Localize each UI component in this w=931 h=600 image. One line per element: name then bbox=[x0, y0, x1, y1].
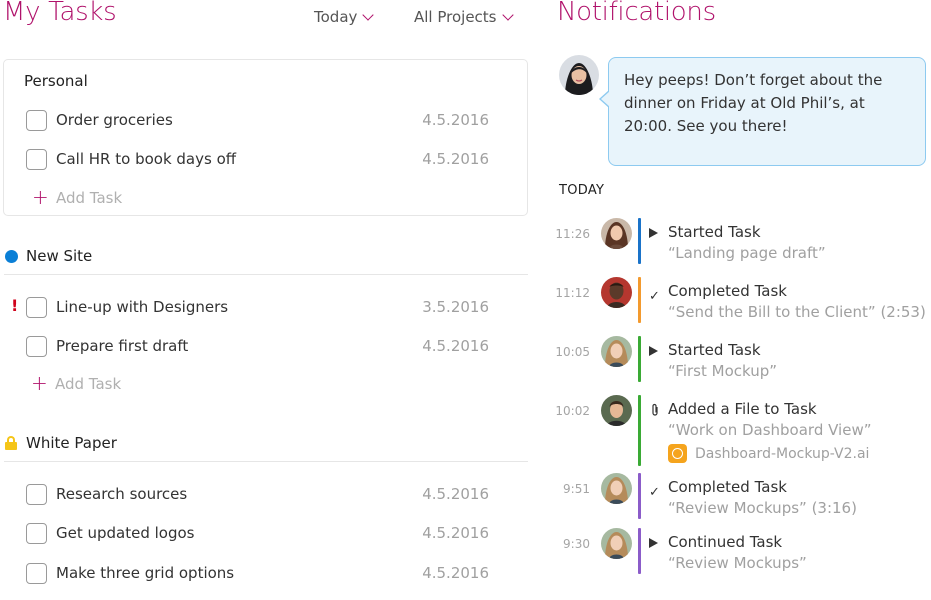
task-checkbox[interactable] bbox=[26, 109, 47, 131]
activity-color-bar bbox=[638, 336, 641, 382]
activity-action: Added a File to Task bbox=[668, 400, 817, 418]
activity-action: Completed Task bbox=[668, 478, 787, 496]
bubble-tail bbox=[601, 91, 610, 107]
task-row: Make three grid options 4.5.2016 bbox=[26, 561, 489, 585]
task-name[interactable]: Line-up with Designers bbox=[56, 298, 422, 316]
date-filter-dropdown[interactable]: Today bbox=[314, 8, 375, 26]
day-header: TODAY bbox=[559, 183, 605, 198]
activity-time: 10:05 bbox=[555, 345, 590, 359]
activity-time: 9:51 bbox=[563, 482, 590, 496]
activity-action: Started Task bbox=[668, 341, 761, 359]
chevron-down-icon bbox=[501, 8, 514, 21]
add-task-button[interactable]: + Add Task bbox=[32, 185, 123, 209]
file-icon bbox=[668, 444, 687, 463]
avatar[interactable] bbox=[601, 218, 632, 249]
check-icon: ✓ bbox=[649, 485, 660, 500]
task-checkbox[interactable] bbox=[26, 335, 47, 357]
notifications-title: Notifications bbox=[557, 0, 716, 27]
task-due-date: 4.5.2016 bbox=[422, 564, 489, 582]
group-title-white-paper: White Paper bbox=[26, 434, 117, 452]
avatar[interactable] bbox=[601, 395, 632, 426]
activity-time: 11:12 bbox=[555, 286, 590, 300]
activity-task-link[interactable]: “First Mockup” bbox=[668, 362, 777, 380]
task-name[interactable]: Prepare first draft bbox=[56, 337, 422, 355]
add-task-label: Add Task bbox=[56, 189, 123, 207]
task-due-date: 4.5.2016 bbox=[422, 150, 489, 168]
project-filter-dropdown[interactable]: All Projects bbox=[414, 8, 514, 26]
task-due-date: 4.5.2016 bbox=[422, 337, 489, 355]
page-title: My Tasks bbox=[3, 0, 117, 27]
task-checkbox[interactable] bbox=[26, 562, 47, 584]
activity-action: Completed Task bbox=[668, 282, 787, 300]
task-name[interactable]: Order groceries bbox=[56, 111, 422, 129]
task-row: Order groceries 4.5.2016 bbox=[26, 108, 489, 132]
chevron-down-icon bbox=[362, 8, 375, 21]
avatar[interactable] bbox=[601, 336, 632, 367]
my-tasks-panel: My Tasks Today All Projects Personal Ord… bbox=[0, 0, 530, 600]
task-due-date: 4.5.2016 bbox=[422, 111, 489, 129]
attached-file-name: Dashboard-Mockup-V2.ai bbox=[695, 445, 870, 462]
task-name[interactable]: Call HR to book days off bbox=[56, 150, 422, 168]
paperclip-icon bbox=[649, 402, 661, 416]
activity-task-link[interactable]: “Review Mockups” bbox=[668, 554, 807, 572]
group-title-personal: Personal bbox=[24, 72, 88, 90]
activity-time: 11:26 bbox=[555, 227, 590, 241]
task-name[interactable]: Make three grid options bbox=[56, 564, 422, 582]
task-due-date: 4.5.2016 bbox=[422, 524, 489, 542]
activity-task-link[interactable]: “Work on Dashboard View” bbox=[668, 421, 872, 439]
task-checkbox[interactable] bbox=[26, 296, 47, 318]
activity-task-link[interactable]: “Landing page draft” bbox=[668, 244, 826, 262]
avatar[interactable] bbox=[601, 528, 632, 559]
task-group-personal: Personal Order groceries 4.5.2016 Call H… bbox=[3, 59, 528, 216]
task-checkbox[interactable] bbox=[26, 522, 47, 544]
task-row: Prepare first draft 4.5.2016 bbox=[26, 334, 489, 358]
task-row: ! Line-up with Designers 3.5.2016 bbox=[11, 295, 489, 319]
priority-flag-icon: ! bbox=[11, 296, 19, 315]
task-due-date: 4.5.2016 bbox=[422, 485, 489, 503]
check-icon: ✓ bbox=[649, 289, 660, 304]
activity-color-bar bbox=[638, 277, 641, 323]
notifications-panel: Notifications Hey peeps! Don’t forget ab… bbox=[540, 0, 931, 600]
task-checkbox[interactable] bbox=[26, 148, 47, 170]
activity-task-link[interactable]: “Review Mockups” (3:16) bbox=[668, 499, 857, 517]
task-due-date: 3.5.2016 bbox=[422, 298, 489, 316]
plus-icon: + bbox=[31, 371, 48, 395]
task-name[interactable]: Research sources bbox=[56, 485, 422, 503]
task-group-white-paper: White Paper bbox=[4, 425, 528, 462]
play-icon bbox=[649, 227, 661, 239]
date-filter-label: Today bbox=[314, 8, 358, 26]
task-row: Get updated logos 4.5.2016 bbox=[26, 521, 489, 545]
plus-icon: + bbox=[32, 185, 49, 209]
play-icon bbox=[649, 537, 661, 549]
chat-message-bubble: Hey peeps! Don’t forget about the dinner… bbox=[608, 57, 926, 166]
activity-action: Continued Task bbox=[668, 533, 783, 551]
avatar[interactable] bbox=[559, 55, 599, 95]
add-task-button[interactable]: + Add Task bbox=[31, 371, 122, 395]
group-title-new-site: New Site bbox=[26, 247, 93, 265]
activity-action: Started Task bbox=[668, 223, 761, 241]
task-row: Research sources 4.5.2016 bbox=[26, 482, 489, 506]
task-group-new-site: New Site bbox=[4, 238, 528, 275]
avatar[interactable] bbox=[601, 473, 632, 504]
add-task-label: Add Task bbox=[55, 375, 122, 393]
avatar[interactable] bbox=[601, 277, 632, 308]
activity-color-bar bbox=[638, 395, 641, 466]
project-color-dot-icon bbox=[5, 249, 18, 263]
activity-time: 10:02 bbox=[555, 404, 590, 418]
activity-time: 9:30 bbox=[563, 537, 590, 551]
activity-color-bar bbox=[638, 218, 641, 264]
activity-color-bar bbox=[638, 528, 641, 574]
lock-icon bbox=[5, 436, 17, 450]
task-checkbox[interactable] bbox=[26, 483, 47, 505]
play-icon bbox=[649, 345, 661, 357]
chat-message-text: Hey peeps! Don’t forget about the dinner… bbox=[624, 71, 883, 135]
project-filter-label: All Projects bbox=[414, 8, 497, 26]
attached-file-link[interactable]: Dashboard-Mockup-V2.ai bbox=[668, 444, 869, 463]
activity-task-link[interactable]: “Send the Bill to the Client” (2:53) bbox=[668, 303, 926, 321]
task-row: Call HR to book days off 4.5.2016 bbox=[26, 147, 489, 171]
activity-color-bar bbox=[638, 473, 641, 519]
task-name[interactable]: Get updated logos bbox=[56, 524, 422, 542]
